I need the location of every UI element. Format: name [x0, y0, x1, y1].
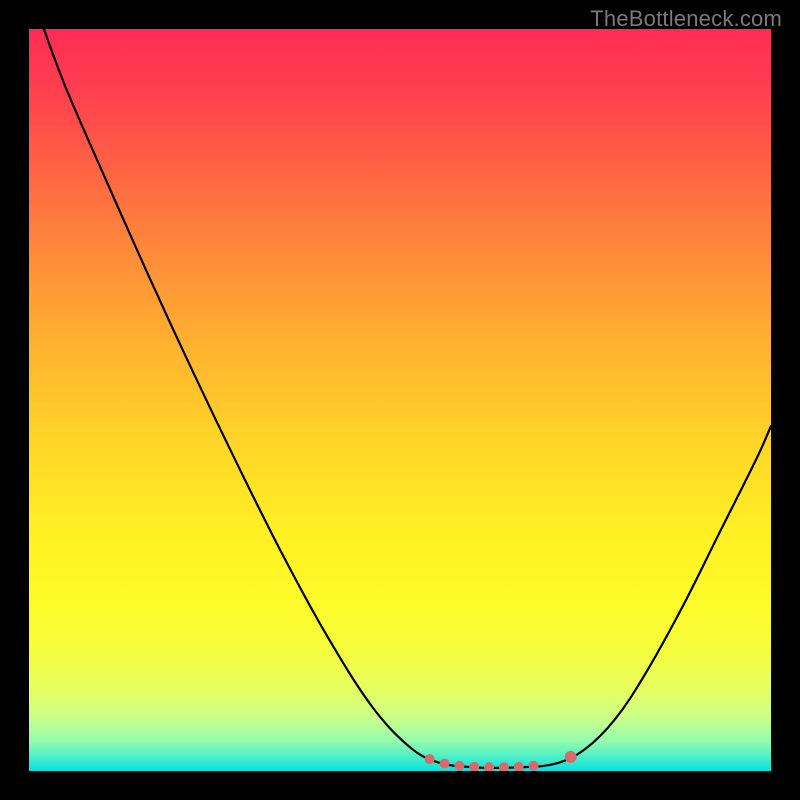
marker-dot	[440, 759, 450, 769]
marker-dot	[484, 762, 494, 771]
marker-dot	[514, 762, 524, 771]
marker-dot	[529, 761, 539, 771]
marker-dot	[454, 761, 464, 771]
bottleneck-curve	[44, 29, 771, 768]
attribution-label: TheBottleneck.com	[590, 6, 782, 32]
marker-dot	[425, 754, 435, 764]
marker-dot	[565, 751, 577, 763]
marker-dot	[499, 762, 509, 771]
marker-dot	[469, 762, 479, 771]
chart-plot-area	[29, 29, 771, 771]
curve-markers	[425, 751, 577, 771]
chart-svg	[29, 29, 771, 771]
